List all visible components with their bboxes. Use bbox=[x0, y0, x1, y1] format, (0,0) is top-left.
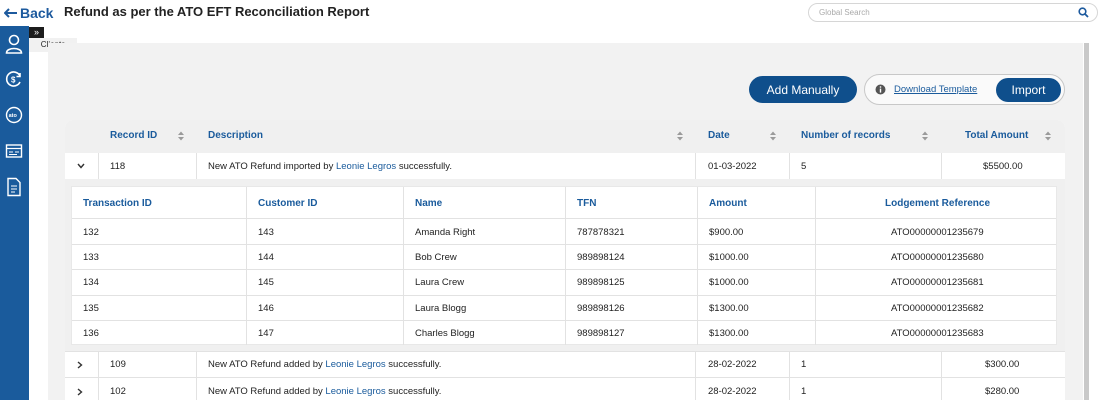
transaction-id: 132 bbox=[83, 227, 99, 238]
customer-name: Bob Crew bbox=[415, 252, 457, 263]
back-label: Back bbox=[20, 5, 54, 21]
amount: $900.00 bbox=[709, 227, 744, 238]
tfn: 989898127 bbox=[577, 328, 625, 339]
transaction-id: 135 bbox=[83, 303, 99, 314]
user-link[interactable]: Leonie Legros bbox=[325, 386, 385, 397]
refunds-table: Record ID Description Date Number of rec… bbox=[65, 120, 1065, 400]
template-import-group: Download Template Import bbox=[864, 74, 1065, 105]
column-header-tfn: TFN bbox=[577, 198, 597, 209]
chevron-right-icon[interactable] bbox=[77, 361, 83, 369]
svg-text:$: $ bbox=[11, 76, 16, 85]
date: 28-02-2022 bbox=[708, 359, 757, 370]
tfn: 989898126 bbox=[577, 303, 625, 314]
description: New ATO Refund added by Leonie Legros su… bbox=[208, 359, 442, 370]
record-id: 102 bbox=[110, 386, 126, 397]
sort-icon[interactable] bbox=[1045, 131, 1051, 141]
table-header: Record ID Description Date Number of rec… bbox=[65, 120, 1065, 153]
tfn: 989898125 bbox=[577, 277, 625, 288]
total-amount: $300.00 bbox=[985, 359, 1020, 370]
total-amount: $5500.00 bbox=[983, 161, 1023, 172]
column-header-lodgement-reference: Lodgement Reference bbox=[885, 198, 991, 209]
download-template-link[interactable]: Download Template bbox=[894, 84, 977, 95]
column-header-record-id[interactable]: Record ID bbox=[110, 130, 157, 141]
add-manually-button[interactable]: Add Manually bbox=[749, 76, 857, 103]
back-button[interactable]: Back bbox=[4, 5, 53, 21]
number-of-records: 1 bbox=[801, 386, 807, 397]
sort-icon[interactable] bbox=[922, 131, 928, 141]
refund-icon[interactable]: $ bbox=[2, 67, 26, 91]
sidebar-expand-toggle[interactable]: » bbox=[29, 27, 44, 38]
calendar-report-icon[interactable] bbox=[2, 139, 26, 163]
total-amount: $280.00 bbox=[985, 386, 1020, 397]
column-header-name: Name bbox=[415, 198, 443, 209]
sort-icon[interactable] bbox=[178, 131, 184, 141]
customer-id: 144 bbox=[258, 252, 274, 263]
column-header-description[interactable]: Description bbox=[208, 130, 263, 141]
record-id: 109 bbox=[110, 359, 126, 370]
sort-icon[interactable] bbox=[770, 131, 776, 141]
amount: $1000.00 bbox=[709, 252, 749, 263]
customer-id: 143 bbox=[258, 227, 274, 238]
description: New ATO Refund imported by Leonie Legros… bbox=[208, 161, 452, 172]
column-header-customer-id: Customer ID bbox=[258, 198, 318, 209]
chevron-down-icon[interactable] bbox=[77, 163, 85, 169]
top-bar: Back Refund as per the ATO EFT Reconcili… bbox=[0, 0, 1110, 26]
lodgement-reference: ATO00000001235683 bbox=[891, 328, 984, 339]
description: New ATO Refund added by Leonie Legros su… bbox=[208, 386, 442, 397]
import-button[interactable]: Import bbox=[996, 78, 1061, 102]
customer-id: 146 bbox=[258, 303, 274, 314]
number-of-records: 1 bbox=[801, 359, 807, 370]
date: 01-03-2022 bbox=[708, 161, 757, 172]
column-header-date[interactable]: Date bbox=[708, 130, 730, 141]
transaction-id: 134 bbox=[83, 277, 99, 288]
arrow-left-icon bbox=[4, 8, 17, 18]
lodgement-reference: ATO00000001235680 bbox=[891, 252, 984, 263]
transactions-table: Transaction ID Customer ID Name TFN Amou… bbox=[71, 186, 1057, 345]
tfn: 989898124 bbox=[577, 252, 625, 263]
amount: $1300.00 bbox=[709, 303, 749, 314]
customer-name: Laura Crew bbox=[415, 277, 465, 288]
customer-name: Amanda Right bbox=[415, 227, 476, 238]
transaction-id: 136 bbox=[83, 328, 99, 339]
date: 28-02-2022 bbox=[708, 386, 757, 397]
lodgement-reference: ATO00000001235682 bbox=[891, 303, 984, 314]
user-link[interactable]: Leonie Legros bbox=[336, 161, 396, 172]
info-icon[interactable] bbox=[875, 84, 886, 95]
customer-id: 147 bbox=[258, 328, 274, 339]
number-of-records: 5 bbox=[801, 161, 807, 172]
search-icon[interactable] bbox=[1078, 7, 1089, 18]
user-icon[interactable] bbox=[2, 32, 26, 56]
sidebar: $ ato bbox=[0, 26, 29, 400]
customer-name: Charles Blogg bbox=[415, 328, 475, 339]
search-input[interactable] bbox=[819, 6, 1069, 19]
page-title: Refund as per the ATO EFT Reconciliation… bbox=[64, 4, 370, 19]
column-header-amount: Amount bbox=[709, 198, 747, 209]
svg-text:ato: ato bbox=[9, 113, 18, 119]
customer-name: Laura Blogg bbox=[415, 303, 467, 314]
ato-icon[interactable]: ato bbox=[2, 103, 26, 127]
document-report-icon[interactable] bbox=[2, 175, 26, 199]
column-header-transaction-id: Transaction ID bbox=[83, 198, 152, 209]
tfn: 787878321 bbox=[577, 227, 625, 238]
customer-id: 145 bbox=[258, 277, 274, 288]
sort-icon[interactable] bbox=[677, 131, 683, 141]
chevron-right-icon[interactable] bbox=[77, 388, 83, 396]
amount: $1300.00 bbox=[709, 328, 749, 339]
column-header-total-amount[interactable]: Total Amount bbox=[965, 130, 1028, 141]
lodgement-reference: ATO00000001235679 bbox=[891, 227, 984, 238]
amount: $1000.00 bbox=[709, 277, 749, 288]
user-link[interactable]: Leonie Legros bbox=[325, 359, 385, 370]
column-header-number-of-records[interactable]: Number of records bbox=[801, 130, 890, 141]
lodgement-reference: ATO00000001235681 bbox=[891, 277, 984, 288]
transaction-id: 133 bbox=[83, 252, 99, 263]
scrollbar[interactable] bbox=[1084, 43, 1089, 400]
global-search bbox=[808, 3, 1098, 22]
record-id: 118 bbox=[110, 161, 126, 172]
